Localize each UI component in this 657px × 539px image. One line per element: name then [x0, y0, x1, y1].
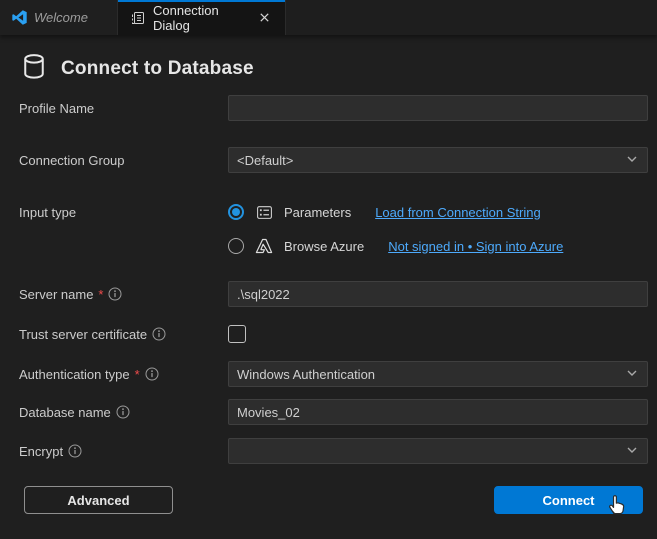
input-type-option-parameters: Parameters Load from Connection String — [228, 201, 648, 223]
trust-server-certificate-label: Trust server certificate — [19, 326, 148, 342]
field-row-input-type: Input type Parameters Load from Connecti… — [19, 201, 648, 257]
authentication-type-label: Authentication type — [19, 366, 130, 382]
connection-dialog-icon — [130, 10, 146, 26]
vscode-logo-icon — [12, 10, 27, 25]
field-row-authentication-type: Authentication type * Windows Authentica… — [19, 361, 648, 387]
server-name-label: Server name — [19, 286, 94, 302]
encrypt-select[interactable] — [228, 438, 648, 464]
tab-connection-dialog[interactable]: Connection Dialog — [118, 0, 286, 35]
tab-welcome[interactable]: Welcome — [0, 0, 118, 35]
radio-parameters[interactable] — [228, 204, 244, 220]
advanced-button[interactable]: Advanced — [24, 486, 173, 514]
info-icon[interactable] — [68, 444, 82, 458]
connect-button[interactable]: Connect — [494, 486, 643, 514]
database-name-input[interactable] — [228, 399, 648, 425]
tab-connection-dialog-label: Connection Dialog — [153, 2, 219, 33]
dialog-footer: Advanced Connect — [24, 486, 648, 515]
connection-group-select[interactable]: <Default> — [228, 147, 648, 173]
load-connection-string-link[interactable]: Load from Connection String — [375, 205, 540, 220]
sign-into-azure-link[interactable]: Not signed in • Sign into Azure — [388, 239, 563, 254]
profile-name-label: Profile Name — [19, 100, 95, 116]
page-header: Connect to Database — [19, 35, 648, 95]
app-window: Welcome Connection Dialog Connect to Dat… — [0, 0, 657, 539]
info-icon[interactable] — [152, 327, 166, 341]
info-icon[interactable] — [145, 367, 159, 381]
azure-icon — [254, 237, 274, 255]
field-row-database-name: Database name — [19, 399, 648, 425]
connection-group-value: <Default> — [237, 152, 294, 168]
field-row-trust-server-certificate: Trust server certificate — [19, 325, 648, 343]
page-title: Connect to Database — [61, 58, 254, 79]
field-row-server-name: Server name * — [19, 281, 648, 307]
trust-server-certificate-checkbox[interactable] — [228, 325, 246, 343]
database-icon — [19, 52, 49, 87]
field-row-encrypt: Encrypt — [19, 438, 648, 464]
browse-azure-option-label: Browse Azure — [284, 238, 365, 254]
connection-dialog-panel: Connect to Database Profile Name Connect… — [0, 35, 657, 515]
required-asterisk: * — [134, 366, 140, 382]
chevron-down-icon — [625, 366, 639, 383]
field-row-connection-group: Connection Group <Default> — [19, 147, 648, 173]
chevron-down-icon — [625, 152, 639, 169]
encrypt-label: Encrypt — [19, 443, 64, 459]
chevron-down-icon — [625, 443, 639, 460]
profile-name-input[interactable] — [228, 95, 648, 121]
authentication-type-select[interactable]: Windows Authentication — [228, 361, 648, 387]
server-name-input[interactable] — [228, 281, 648, 307]
close-tab-icon[interactable] — [256, 9, 273, 26]
connection-group-label: Connection Group — [19, 152, 125, 168]
input-type-label: Input type — [19, 205, 77, 220]
info-icon[interactable] — [108, 287, 122, 301]
editor-tab-bar: Welcome Connection Dialog — [0, 0, 657, 35]
database-name-label: Database name — [19, 404, 111, 420]
info-icon[interactable] — [116, 405, 130, 419]
field-row-profile-name: Profile Name — [19, 95, 648, 121]
input-type-option-browse-azure: Browse Azure Not signed in • Sign into A… — [228, 235, 648, 257]
authentication-type-value: Windows Authentication — [237, 366, 376, 382]
radio-browse-azure[interactable] — [228, 238, 244, 254]
parameters-option-label: Parameters — [284, 204, 352, 220]
tab-welcome-label: Welcome — [34, 10, 88, 25]
parameters-icon — [254, 204, 274, 221]
required-asterisk: * — [98, 286, 104, 302]
